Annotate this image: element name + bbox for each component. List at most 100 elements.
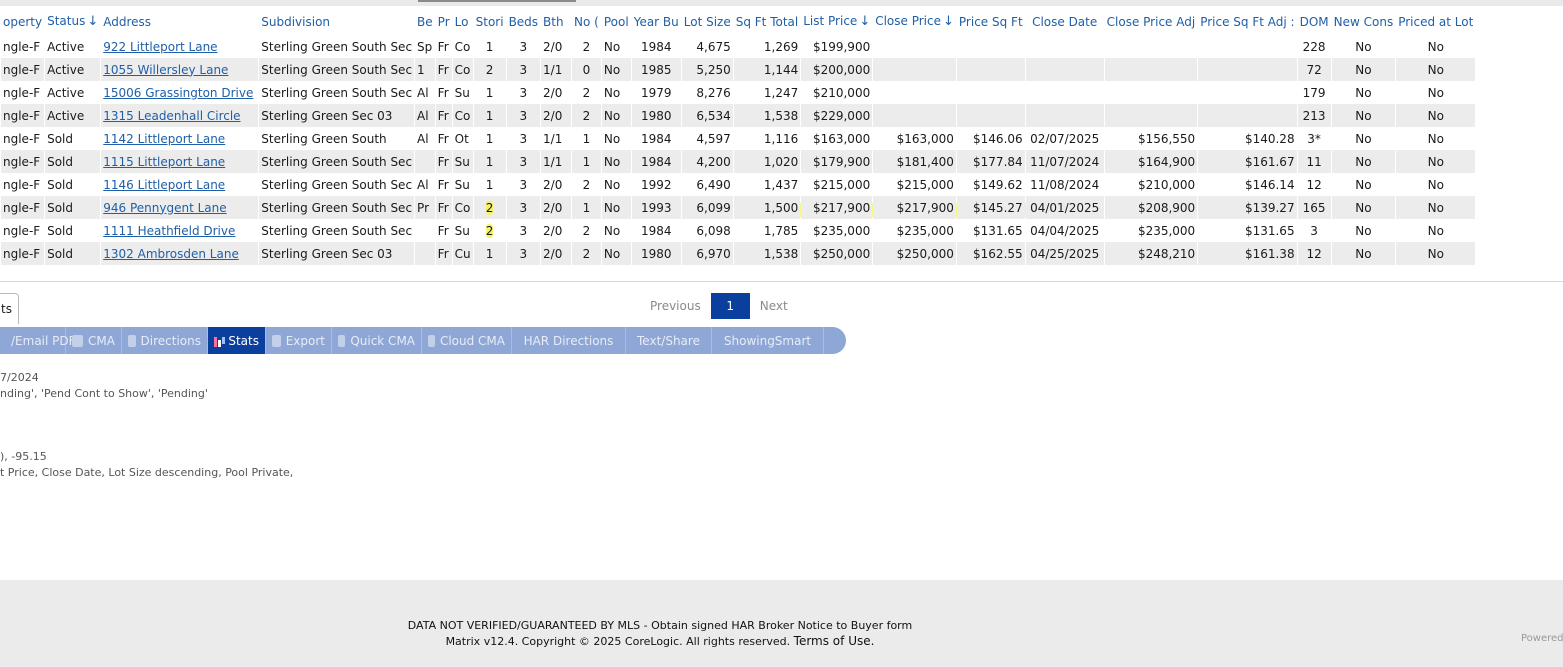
table-row[interactable]: ngle-F Active 1055 Willersley Lane Sterling… (1, 58, 1476, 81)
column-header[interactable]: Be (415, 8, 435, 35)
column-header[interactable]: Lo (452, 8, 473, 35)
address-link[interactable]: 1142 Littleport Lane (103, 132, 225, 146)
column-header[interactable]: Beds (506, 8, 541, 35)
address-link[interactable]: 1146 Littleport Lane (103, 178, 225, 192)
column-header[interactable]: Sq Ft Total (733, 8, 801, 35)
toolbar-button-label: Stats (228, 333, 259, 348)
next-page-link[interactable]: Next (750, 299, 798, 313)
cell-value: 179 (1302, 85, 1326, 100)
table-cell: ngle-F (1, 127, 45, 150)
cell-value: 5,250 (696, 62, 731, 77)
column-header[interactable]: Price Sq Ft (956, 8, 1025, 35)
table-cell: No (1396, 35, 1476, 58)
table-cell: 1,538 (733, 104, 801, 127)
column-header[interactable]: operty (1, 8, 45, 35)
address-link[interactable]: 1111 Heathfield Drive (103, 224, 235, 238)
table-cell: No (1396, 104, 1476, 127)
address-link[interactable]: 1055 Willersley Lane (103, 63, 228, 77)
column-header[interactable]: Price Sq Ft Adj : (1198, 8, 1297, 35)
table-cell: 3 (506, 150, 541, 173)
cell-value: ngle-F (3, 131, 41, 146)
table-row[interactable]: ngle-F Sold 1302 Ambrosden Lane Sterling Gr… (1, 242, 1476, 265)
column-header[interactable]: Address (101, 8, 259, 35)
toolbar-button-label: Quick CMA (350, 333, 415, 348)
cell-value: $215,000 (896, 177, 954, 192)
table-cell (956, 104, 1025, 127)
cell-value: No (1355, 223, 1372, 238)
table-row[interactable]: ngle-F Active 922 Littleport Lane Sterling … (1, 35, 1476, 58)
toolbar-button-email-pdf[interactable]: /Email PDF (0, 327, 76, 354)
pagination: Previous 1 Next (640, 293, 798, 319)
cell-value: 1 (485, 108, 494, 123)
column-header[interactable]: Year Bu (631, 8, 681, 35)
table-cell: $145.27 (956, 196, 1025, 219)
address-link[interactable]: 1115 Littleport Lane (103, 155, 225, 169)
table-cell: 1,538 (733, 242, 801, 265)
column-header[interactable]: No ( (572, 8, 601, 35)
table-cell: Al (415, 127, 435, 150)
current-page-button[interactable]: 1 (710, 293, 750, 319)
column-header[interactable]: Priced at Lot (1396, 8, 1476, 35)
toolbar-button-cma[interactable]: CMA (66, 327, 122, 354)
column-header[interactable]: List Price ↓ (801, 8, 873, 35)
table-cell: 4,675 (681, 35, 733, 58)
table-row[interactable]: ngle-F Sold 1115 Littleport Lane Sterling G… (1, 150, 1476, 173)
cell-value: 1984 (640, 223, 672, 238)
toolbar-button-label: Text/Share (637, 333, 700, 348)
column-header[interactable]: Lot Size (681, 8, 733, 35)
table-row[interactable]: ngle-F Sold 1142 Littleport Lane Sterling G… (1, 127, 1476, 150)
table-cell (1025, 58, 1104, 81)
cell-value: ngle-F (3, 246, 41, 261)
toolbar-button-text-share[interactable]: Text/Share (626, 327, 712, 354)
column-header[interactable]: Close Price ↓ (873, 8, 956, 35)
cell-value: ngle-F (3, 62, 41, 77)
column-header-label: Close Price (875, 14, 941, 28)
tab-results[interactable]: ts (0, 293, 19, 324)
table-cell: Fr (435, 58, 452, 81)
address-link[interactable]: 922 Littleport Lane (103, 40, 217, 54)
table-cell: ngle-F (1, 35, 45, 58)
table-row[interactable]: ngle-F Sold 1111 Heathfield Drive Sterling … (1, 219, 1476, 242)
column-header[interactable]: Status ↓ (45, 8, 101, 35)
previous-page-link[interactable]: Previous (640, 299, 711, 313)
table-row[interactable]: ngle-F Active 15006 Grassington Drive Sterl… (1, 81, 1476, 104)
column-header[interactable]: Close Date (1025, 8, 1104, 35)
toolbar-button-quick-cma[interactable]: Quick CMA (332, 327, 422, 354)
column-header[interactable]: Pool (601, 8, 631, 35)
address-link[interactable]: 946 Pennygent Lane (103, 201, 226, 215)
column-header[interactable]: Bth (541, 8, 572, 35)
table-cell: Sterling Green South Sec (259, 81, 415, 104)
toolbar-button-directions[interactable]: Directions (122, 327, 208, 354)
table-row[interactable]: ngle-F Active 1315 Leadenhall Circle Sterli… (1, 104, 1476, 127)
toolbar-button-stats[interactable]: Stats (208, 327, 266, 354)
toolbar-button-cloud-cma[interactable]: Cloud CMA (422, 327, 512, 354)
cell-value: $146.14 (1244, 177, 1295, 192)
column-header[interactable]: Subdivision (259, 8, 415, 35)
table-cell: 2/0 (541, 104, 572, 127)
terms-of-use-link[interactable]: Terms of Use. (794, 634, 875, 648)
address-link[interactable]: 1302 Ambrosden Lane (103, 247, 239, 261)
table-row[interactable]: ngle-F Sold 946 Pennygent Lane Sterling Gre… (1, 196, 1476, 219)
cell-value: 3 (519, 200, 528, 215)
cell-value: 1,538 (763, 108, 799, 123)
address-link[interactable]: 15006 Grassington Drive (103, 86, 253, 100)
table-cell: 11/07/2024 (1025, 150, 1104, 173)
cell-value: No (1427, 39, 1444, 54)
table-cell: Co (452, 35, 473, 58)
bar-chart-icon (214, 335, 223, 347)
toolbar-button-export[interactable]: Export (266, 327, 332, 354)
table-cell: No (601, 196, 631, 219)
column-header[interactable]: DOM (1297, 8, 1331, 35)
toolbar-button-har-directions[interactable]: HAR Directions (512, 327, 626, 354)
table-cell: 946 Pennygent Lane (101, 196, 259, 219)
column-header[interactable]: Stori (473, 8, 506, 35)
address-link[interactable]: 1315 Leadenhall Circle (103, 109, 240, 123)
cell-value: Fr (437, 39, 449, 54)
table-cell: Sp (415, 35, 435, 58)
toolbar-button-showingsmart[interactable]: ShowingSmart (712, 327, 824, 354)
table-header-row: operty Status ↓ Address Subdivision Be Pr Lo Sto… (1, 8, 1476, 35)
column-header[interactable]: New Cons (1331, 8, 1396, 35)
table-row[interactable]: ngle-F Sold 1146 Littleport Lane Sterling G… (1, 173, 1476, 196)
column-header[interactable]: Close Price Adj (1104, 8, 1198, 35)
column-header[interactable]: Pr (435, 8, 452, 35)
